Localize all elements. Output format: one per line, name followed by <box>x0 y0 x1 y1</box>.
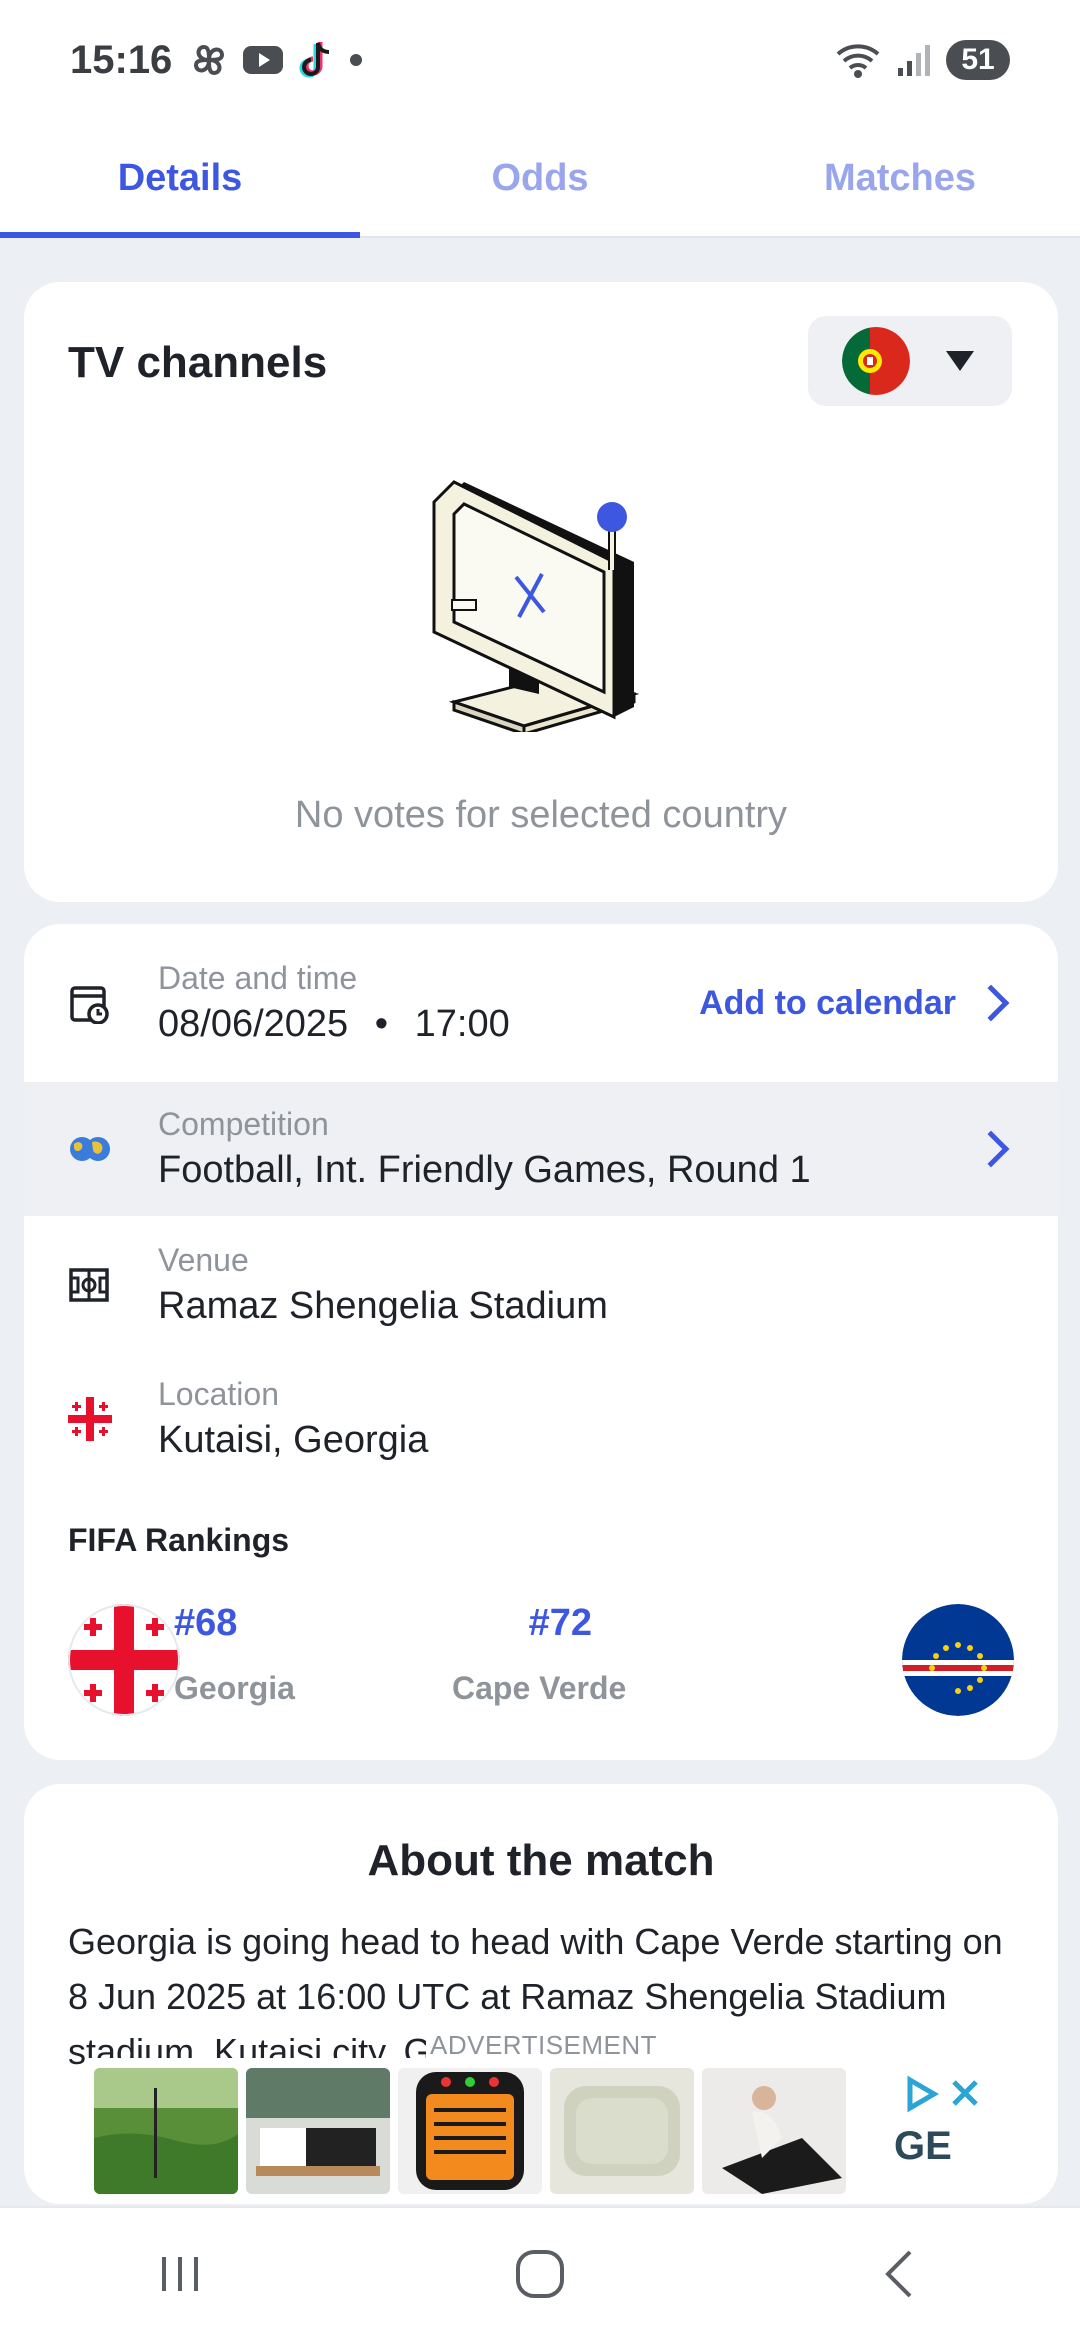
chevron-right-icon <box>972 1130 1010 1168</box>
dot-icon <box>350 54 363 66</box>
battery-indicator: 51 <box>946 40 1010 80</box>
ad-thumb-grass[interactable] <box>94 2068 238 2194</box>
tab-details[interactable]: Details <box>0 120 360 238</box>
away-rank-value: #72 <box>528 1602 592 1644</box>
tab-matches[interactable]: Matches <box>720 120 1080 236</box>
ad-thumb-pillow[interactable] <box>550 2068 694 2194</box>
wifi-icon <box>836 44 880 78</box>
home-icon[interactable] <box>510 2244 570 2304</box>
fifa-rankings-title: FIFA Rankings <box>68 1522 290 1558</box>
system-nav-bar <box>0 2206 1080 2340</box>
georgia-flag-icon <box>68 1397 138 1441</box>
match-info-card: Date and time 08/06/2025 • 17:00 Add to … <box>24 924 1058 1760</box>
tab-odds[interactable]: Odds <box>360 120 720 236</box>
tv-channels-card: TV channels No votes for selected countr <box>24 282 1058 902</box>
date-time-row: Date and time 08/06/2025 • 17:00 Add to … <box>24 936 1058 1070</box>
status-bar: 15:16 51 <box>0 0 1080 120</box>
clock: 15:16 <box>70 37 173 82</box>
competition-label: Competition <box>158 1106 329 1142</box>
empty-state-text: No votes for selected country <box>294 794 788 836</box>
away-rank: #72 <box>452 1602 592 1645</box>
away-team-name: Cape Verde <box>452 1670 627 1706</box>
match-date: 08/06/2025 <box>158 1003 349 1045</box>
country-selector[interactable] <box>808 316 1012 406</box>
venue-label: Venue <box>158 1242 249 1278</box>
competition-text: Competition Football, Int. Friendly Game… <box>158 1104 978 1194</box>
calendar-icon <box>68 982 138 1024</box>
status-right: 51 <box>834 40 1010 80</box>
recent-apps-icon[interactable] <box>150 2249 210 2299</box>
ad-thumb-tester[interactable] <box>398 2068 542 2194</box>
date-separator: • <box>374 1003 389 1045</box>
location-value: Kutaisi, Georgia <box>158 1419 429 1461</box>
chevron-right-icon <box>972 984 1010 1022</box>
date-time-value: 08/06/2025 • 17:00 <box>158 1000 699 1048</box>
pinwheel-icon <box>194 44 225 76</box>
venue-text: Venue Ramaz Shengelia Stadium <box>158 1240 1058 1330</box>
no-tv-illustration <box>432 480 640 732</box>
cape-verde-flag-icon[interactable] <box>902 1604 1014 1716</box>
status-left: 15:16 <box>70 38 364 83</box>
tab-bar: Details Odds Matches <box>0 120 1080 238</box>
location-label: Location <box>158 1376 279 1412</box>
tv-channels-title: TV channels <box>68 338 328 387</box>
competition-value: Football, Int. Friendly Games, Round 1 <box>158 1149 811 1191</box>
youtube-icon <box>243 46 284 74</box>
date-time-text: Date and time 08/06/2025 • 17:00 <box>158 958 699 1048</box>
venue-value: Ramaz Shengelia Stadium <box>158 1285 608 1327</box>
ad-thumb-mat[interactable] <box>702 2068 846 2194</box>
georgia-flag-icon[interactable] <box>68 1604 180 1716</box>
ad-thumb-bed[interactable] <box>246 2068 390 2194</box>
signal-icon <box>898 45 930 76</box>
ad-brand-logo[interactable]: GE <box>894 2124 952 2169</box>
add-to-calendar-label: Add to calendar <box>699 983 956 1022</box>
venue-row: Venue Ramaz Shengelia Stadium <box>24 1218 1058 1352</box>
match-time: 17:00 <box>414 1003 510 1045</box>
ad-banner[interactable] <box>88 2058 992 2204</box>
add-to-calendar-button[interactable]: Add to calendar <box>699 983 1010 1023</box>
status-icons <box>190 40 364 80</box>
advertisement-label: ADVERTISEMENT <box>426 2030 662 2061</box>
tiktok-icon <box>299 42 330 78</box>
date-time-label: Date and time <box>158 960 358 996</box>
chevron-down-icon <box>946 351 974 371</box>
location-text: Location Kutaisi, Georgia <box>158 1374 1058 1464</box>
globe-icon <box>68 1134 138 1164</box>
location-row: Location Kutaisi, Georgia <box>24 1352 1058 1486</box>
competition-row[interactable]: Competition Football, Int. Friendly Game… <box>24 1082 1058 1216</box>
competition-link[interactable] <box>972 1130 1010 1168</box>
back-icon[interactable] <box>870 2244 930 2304</box>
home-rank: #68 <box>174 1602 238 1644</box>
home-team-name: Georgia <box>174 1670 295 1706</box>
about-match-title: About the match <box>367 1836 715 1885</box>
stadium-icon <box>68 1267 138 1303</box>
portugal-flag-icon <box>842 327 910 395</box>
